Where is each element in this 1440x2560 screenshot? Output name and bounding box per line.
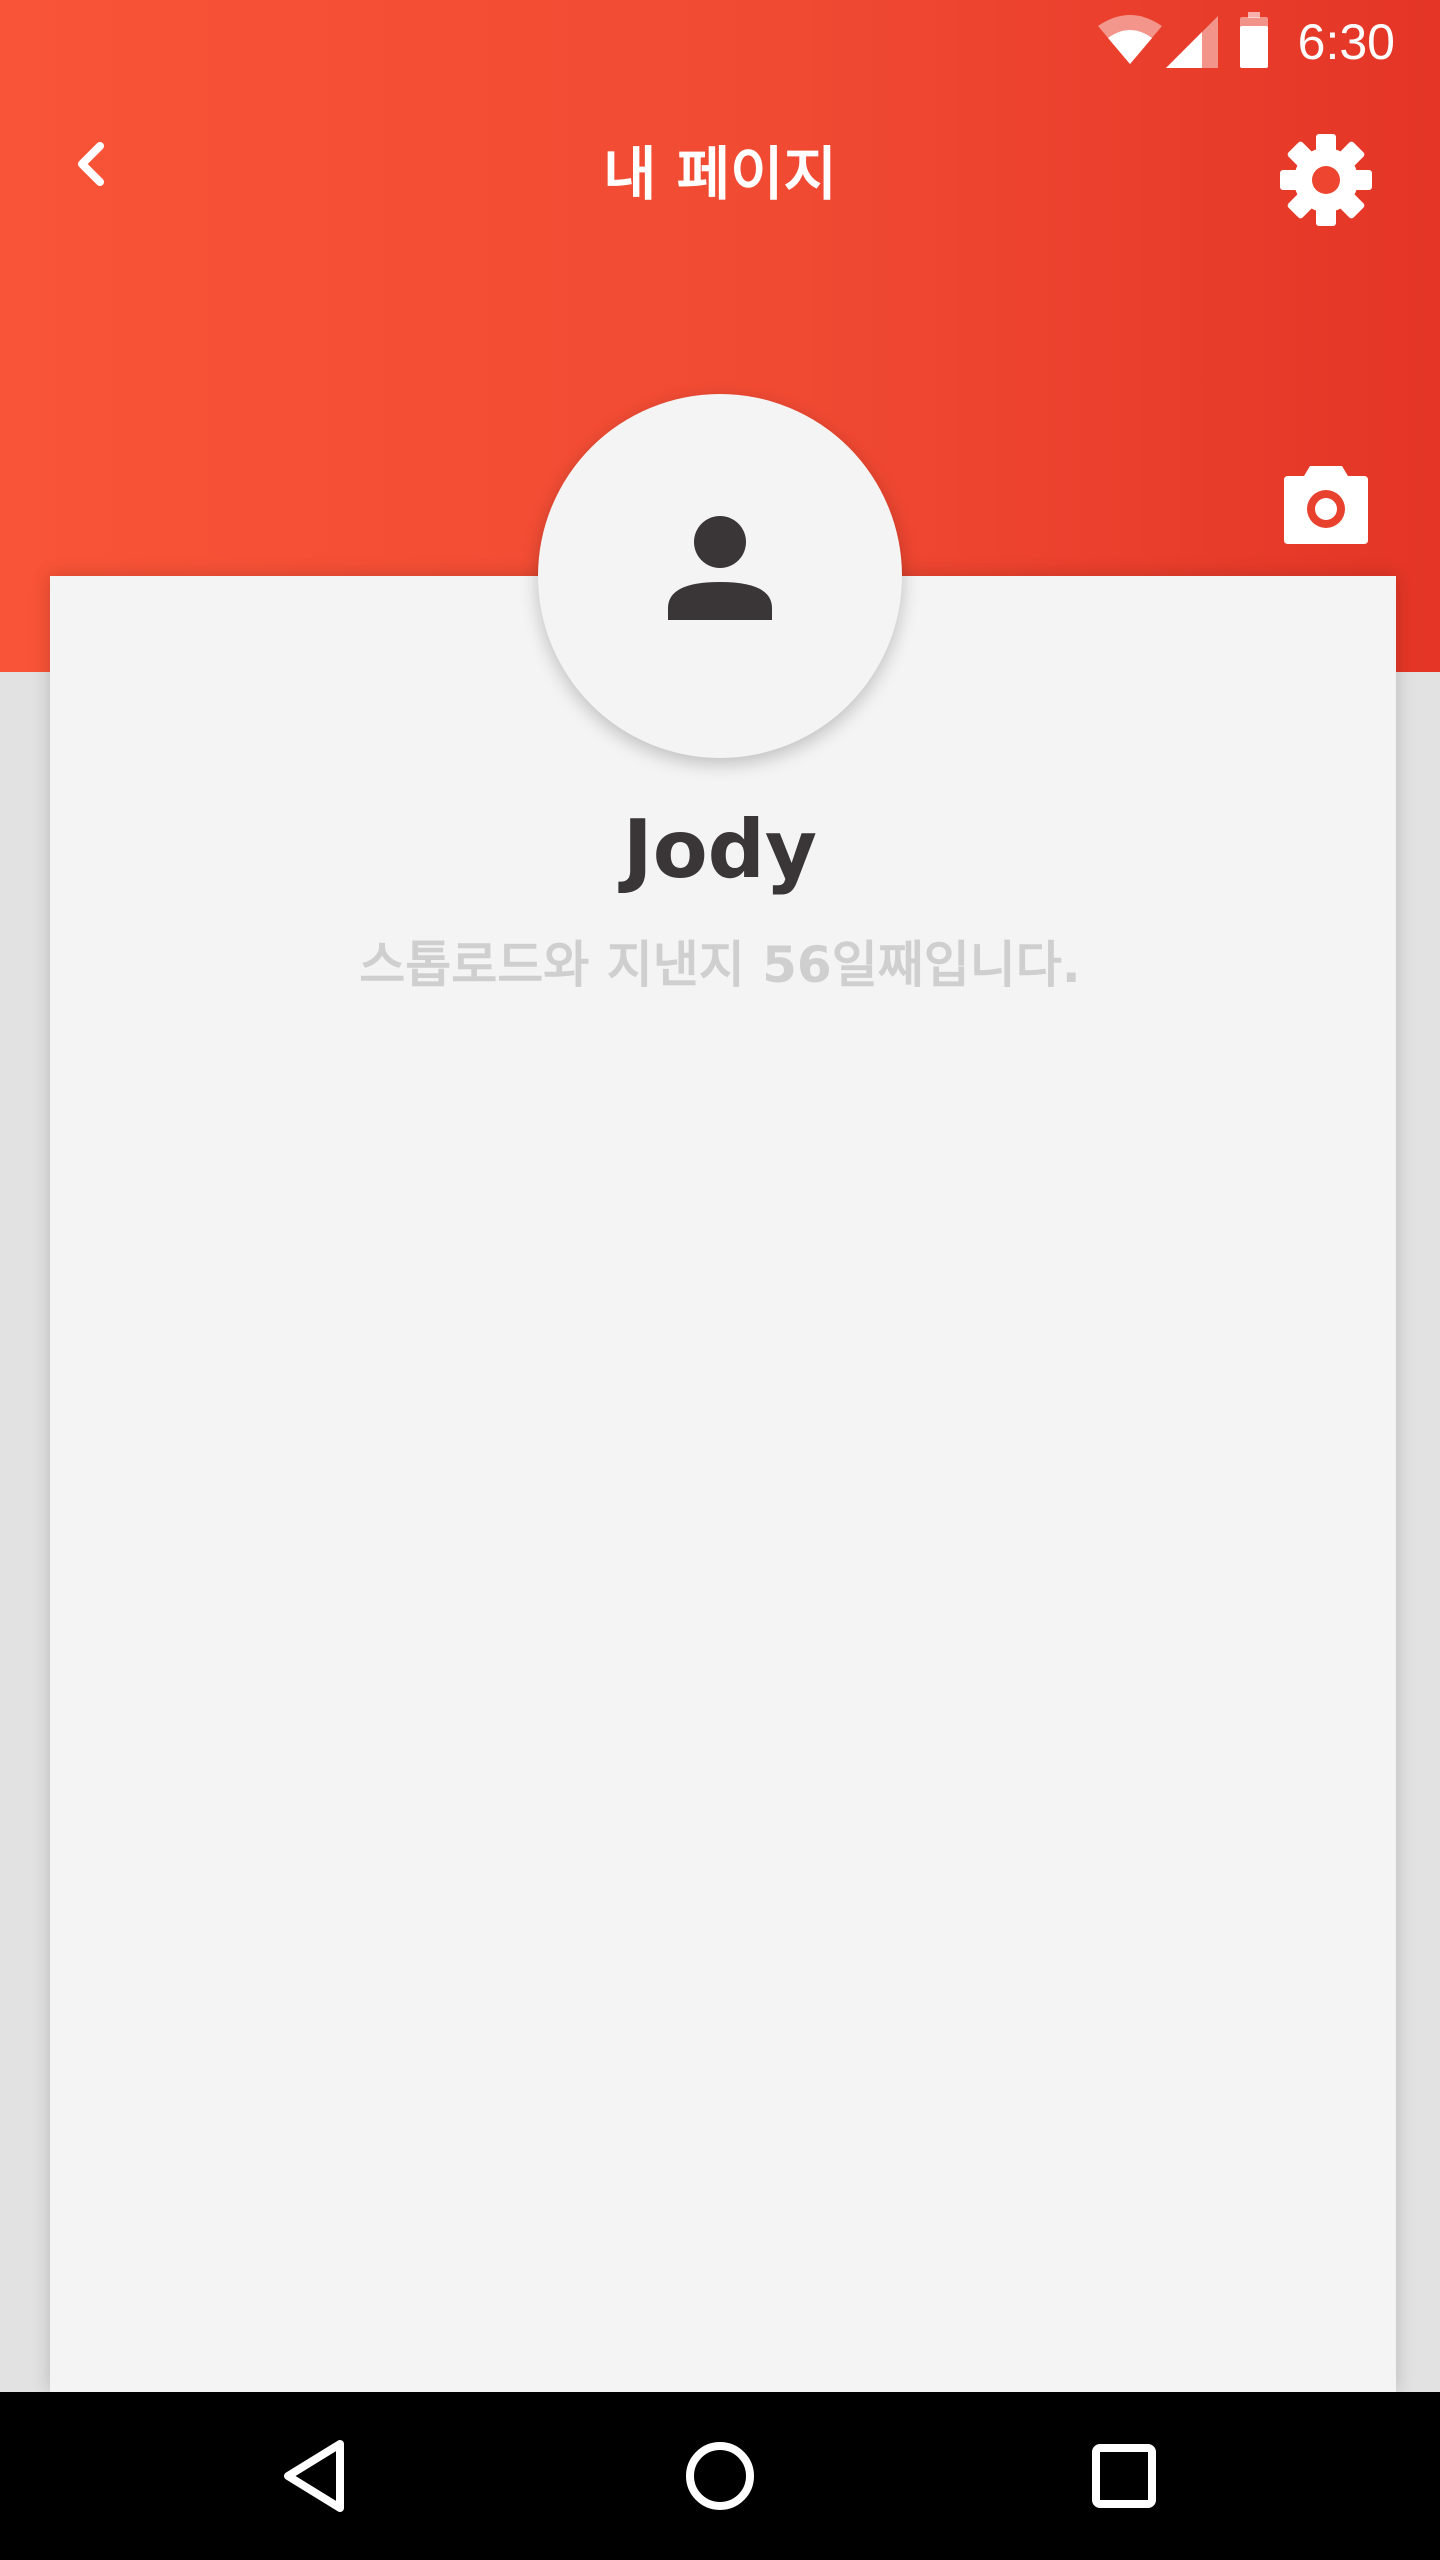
- camera-button[interactable]: [1280, 458, 1372, 550]
- recents-square-icon: [1092, 2444, 1156, 2508]
- toolbar: 내 페이지: [0, 84, 1440, 276]
- camera-icon: [1284, 466, 1368, 544]
- cell-signal-icon: [1166, 16, 1218, 68]
- user-subtitle: 스톱로드와 지낸지 56일째입니다.: [359, 936, 1081, 994]
- home-circle-icon: [686, 2442, 754, 2510]
- gear-icon: [1280, 134, 1372, 226]
- page-title: 내 페이지: [603, 140, 837, 208]
- avatar[interactable]: [538, 394, 902, 758]
- status-bar: 6:30: [0, 0, 1440, 84]
- back-triangle-icon: [284, 2440, 344, 2512]
- person-icon: [668, 516, 772, 620]
- settings-button[interactable]: [1276, 130, 1376, 230]
- nav-recents-button[interactable]: [1074, 2426, 1174, 2526]
- battery-icon: [1240, 12, 1268, 68]
- navigation-bar: [0, 2392, 1440, 2560]
- nav-back-button[interactable]: [266, 2426, 366, 2526]
- user-name: Jody: [622, 803, 818, 896]
- wifi-icon: [1098, 15, 1162, 64]
- nav-home-button[interactable]: [670, 2426, 770, 2526]
- status-time: 6:30: [1297, 14, 1395, 70]
